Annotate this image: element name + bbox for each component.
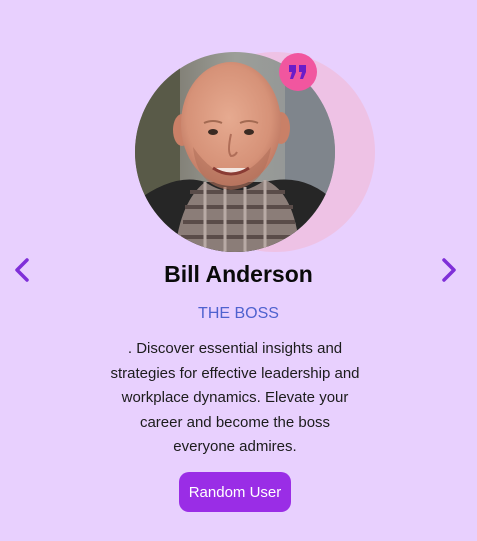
random-user-button[interactable]: Random User: [179, 472, 291, 512]
review-card: Bill Anderson THE BOSS . Discover essent…: [0, 0, 477, 541]
person-job-title: THE BOSS: [198, 305, 279, 322]
quote-icon: [279, 53, 317, 91]
photo-container: [135, 52, 375, 252]
person-info-text: . Discover essential insights and strate…: [110, 340, 360, 455]
person-name: Bill Anderson: [164, 261, 313, 287]
